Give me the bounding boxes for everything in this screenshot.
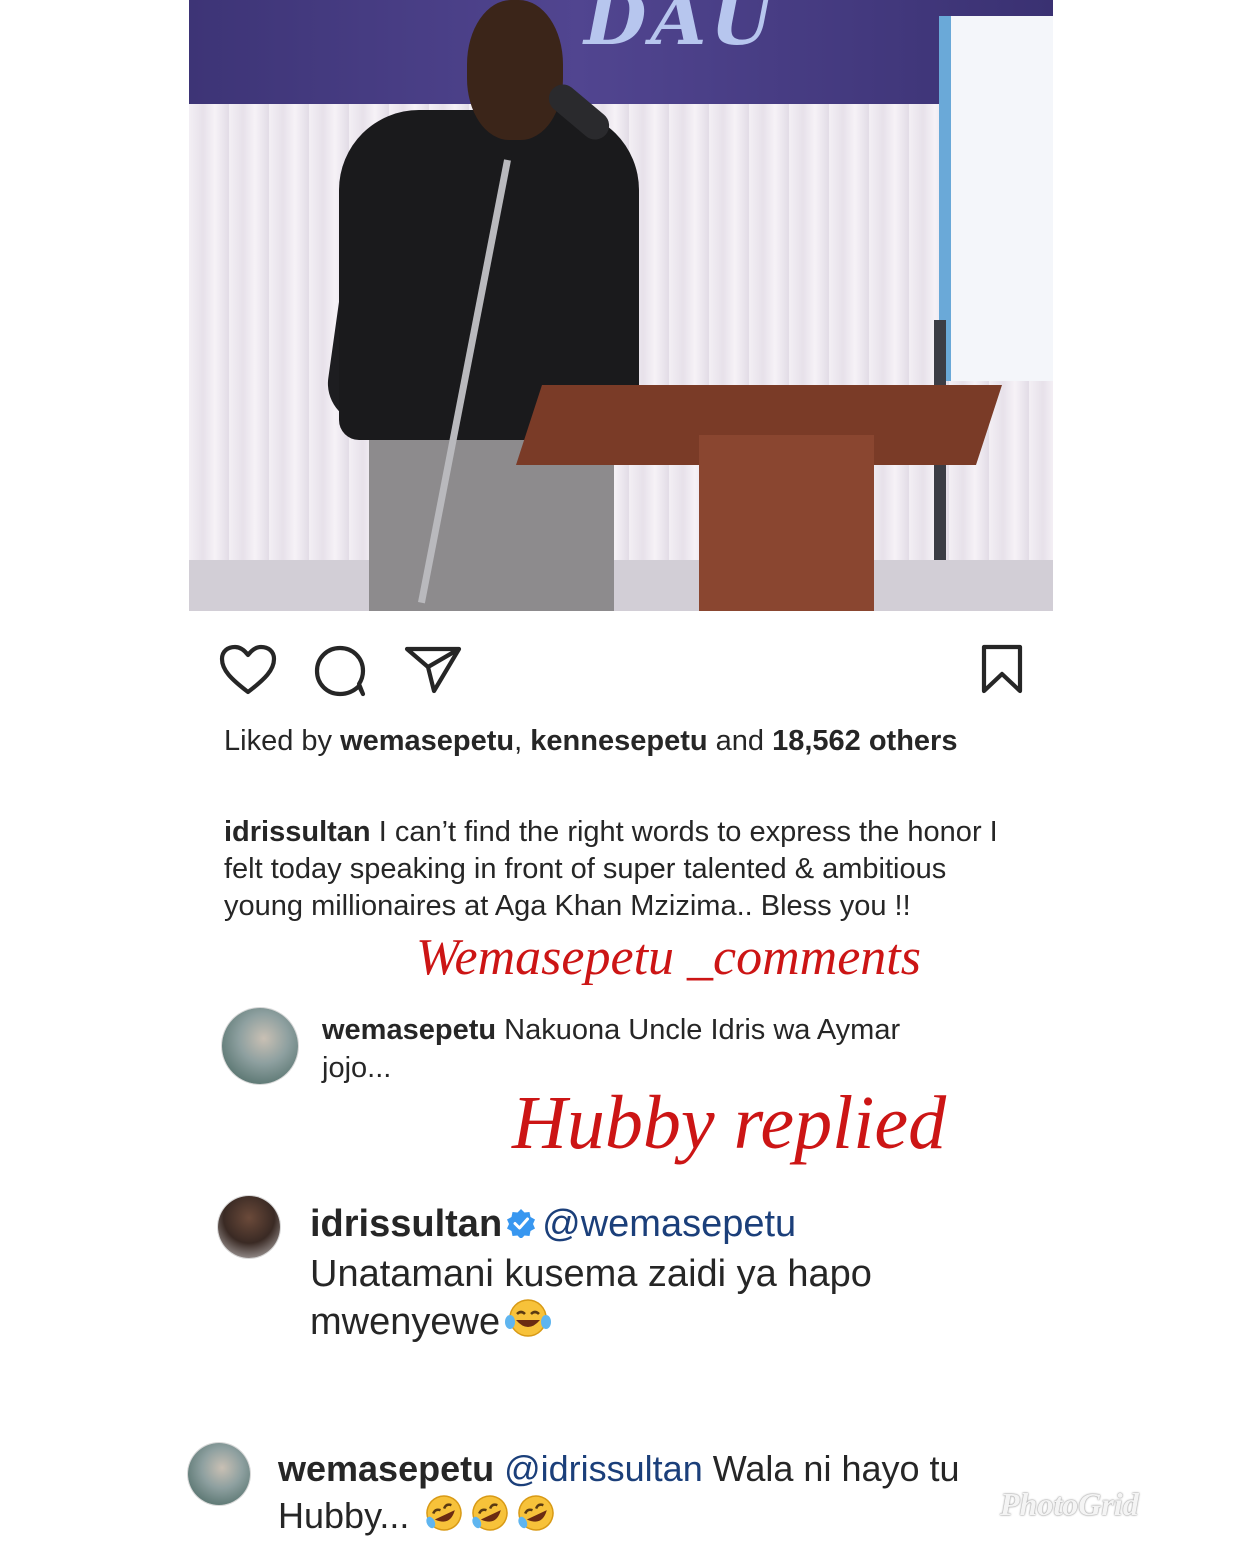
photogrid-watermark: PhotoGrid bbox=[1000, 1486, 1139, 1522]
comment-item: wemasepetu @idrissultan Wala ni hayo tu … bbox=[278, 1446, 998, 1545]
rolling-laughing-emoji bbox=[515, 1492, 557, 1545]
rolling-laughing-emoji bbox=[423, 1492, 465, 1545]
likes-separator: , bbox=[514, 725, 531, 757]
comment-icon[interactable] bbox=[313, 644, 369, 698]
rolling-laughing-emoji bbox=[469, 1492, 511, 1545]
comment-mention[interactable]: @idrissultan bbox=[504, 1448, 703, 1489]
comment-username[interactable]: wemasepetu bbox=[278, 1448, 494, 1489]
liker-link[interactable]: kennesepetu bbox=[530, 725, 707, 757]
post-photo[interactable]: DAU bbox=[189, 0, 1053, 611]
speaker-head bbox=[467, 0, 563, 140]
reply-mention[interactable]: @wemasepetu bbox=[542, 1203, 796, 1245]
likes-and: and bbox=[707, 725, 773, 757]
likes-count[interactable]: 18,562 bbox=[772, 725, 861, 757]
overlay-label-comments: Wemasepetu _comments bbox=[416, 929, 921, 986]
avatar[interactable] bbox=[222, 1008, 298, 1084]
likes-suffix[interactable]: others bbox=[861, 725, 958, 757]
reply-username[interactable]: idrissultan bbox=[310, 1203, 502, 1245]
tears-of-joy-emoji bbox=[504, 1298, 552, 1350]
likes-summary: Liked by wemasepetu, kennesepetu and 18,… bbox=[224, 723, 984, 760]
event-banner: DAU bbox=[189, 0, 1053, 104]
comment-item: wemasepetu Nakuona Uncle Idris wa Aymar … bbox=[322, 1011, 962, 1087]
send-icon[interactable] bbox=[403, 645, 463, 695]
avatar[interactable] bbox=[188, 1443, 250, 1505]
bookmark-icon[interactable] bbox=[980, 644, 1024, 694]
avatar[interactable] bbox=[218, 1196, 280, 1258]
liker-link[interactable]: wemasepetu bbox=[340, 725, 514, 757]
banner-lettering: DAU bbox=[584, 0, 778, 61]
podium-body bbox=[699, 435, 874, 611]
overlay-label-hubby-replied: Hubby replied bbox=[512, 1081, 947, 1165]
verified-badge-icon bbox=[506, 1202, 536, 1250]
whiteboard bbox=[939, 16, 1053, 381]
reply-item: idrissultan @wemasepetu Unatamani kusema z… bbox=[310, 1200, 1010, 1350]
caption-username[interactable]: idrissultan bbox=[224, 816, 371, 848]
post-caption: idrissultan I can’t find the right words… bbox=[224, 814, 1024, 925]
reply-text: Unatamani kusema zaidi ya hapo mwenyewe bbox=[310, 1252, 872, 1343]
floor bbox=[189, 560, 1053, 611]
likes-prefix: Liked by bbox=[224, 725, 341, 757]
comment-username[interactable]: wemasepetu bbox=[322, 1014, 496, 1046]
heart-icon[interactable] bbox=[219, 644, 277, 696]
